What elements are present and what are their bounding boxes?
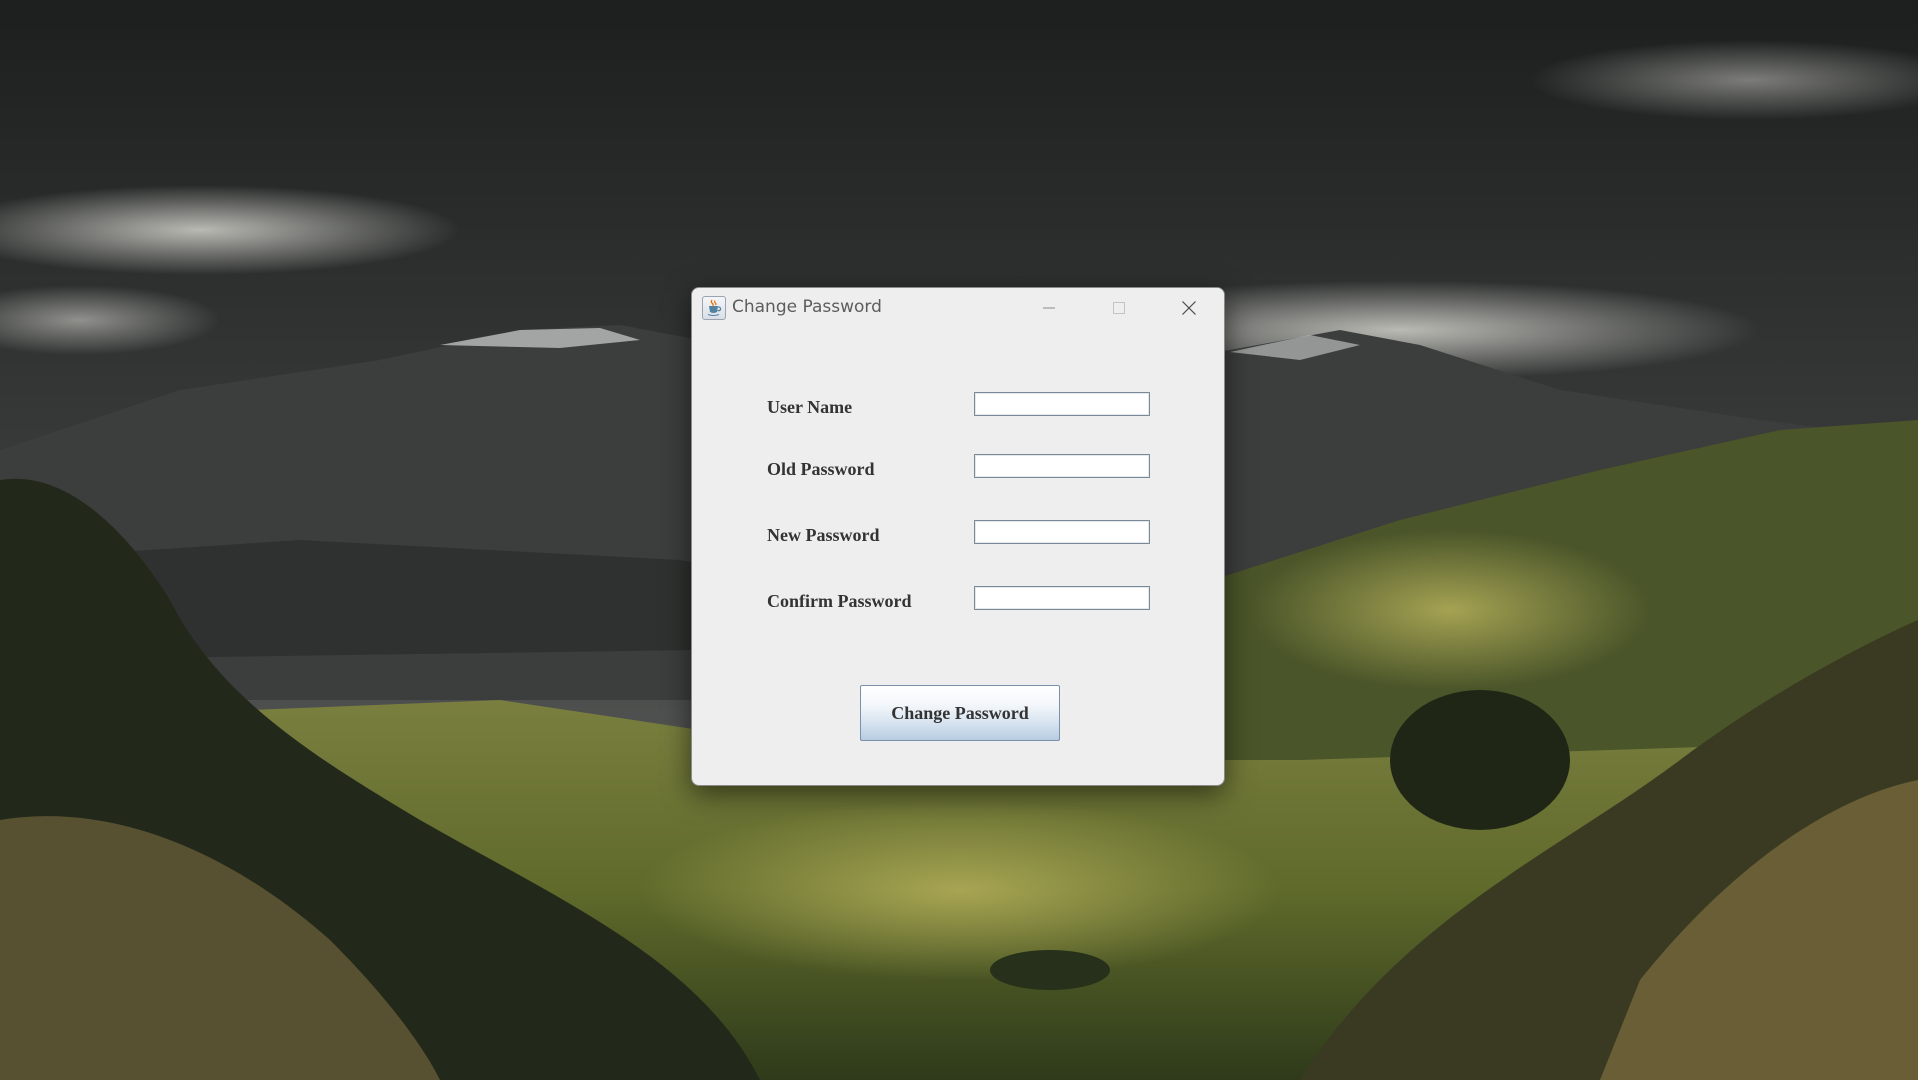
window-title: Change Password [732,297,882,317]
confirm-password-input[interactable] [974,586,1150,610]
user-name-label: User Name [767,397,853,417]
old-password-label: Old Password [767,459,875,479]
desktop: Change Password User Name Old Password N… [0,0,1918,1080]
change-password-window: Change Password User Name Old Password N… [691,287,1225,786]
change-password-button[interactable]: Change Password [860,685,1060,741]
confirm-password-label: Confirm Password [767,591,912,611]
old-password-input[interactable] [974,454,1150,478]
close-icon [1181,300,1197,316]
user-name-input[interactable] [974,392,1150,416]
title-bar[interactable]: Change Password [692,288,1224,328]
close-button[interactable] [1154,288,1224,328]
maximize-icon [1112,301,1126,315]
new-password-label: New Password [767,525,880,545]
minimize-icon [1042,301,1056,315]
maximize-button[interactable] [1084,288,1154,328]
java-coffee-cup-icon [702,296,726,320]
new-password-input[interactable] [974,520,1150,544]
minimize-button[interactable] [1014,288,1084,328]
